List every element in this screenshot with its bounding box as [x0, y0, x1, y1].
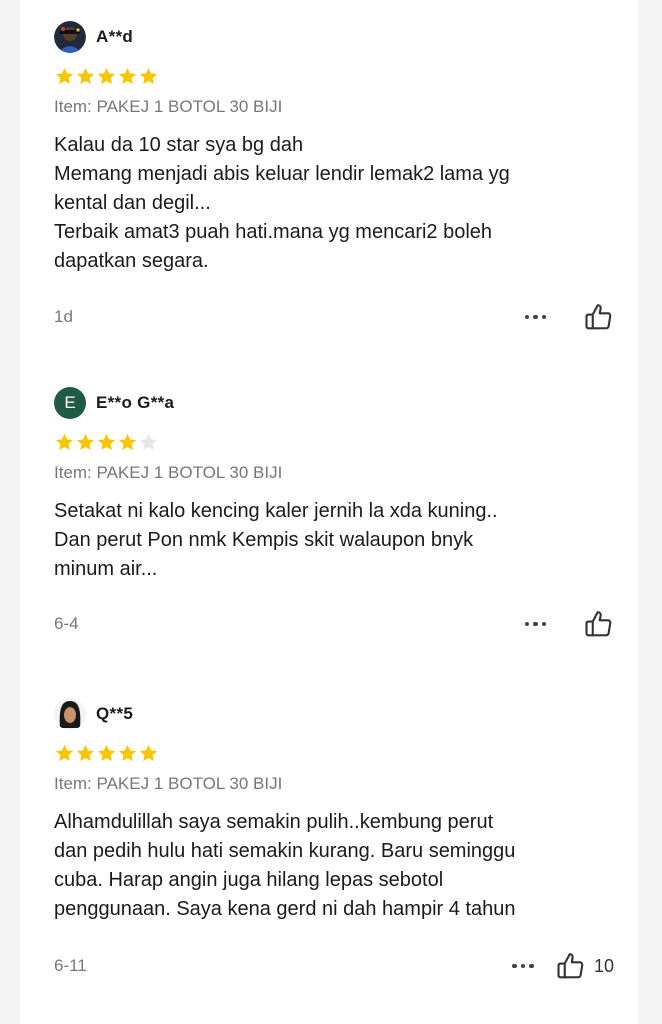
star-filled-icon [97, 67, 116, 85]
review-actions [524, 302, 615, 332]
review-date: 1d [54, 307, 73, 326]
thumbs-up-icon [585, 611, 612, 637]
reviews-card: A**d Item: PAKEJ 1 BOTOL 30 BIJI Kalau d… [20, 0, 638, 1024]
review-text: Setakat ni kalo kencing kaler jernih la … [54, 500, 498, 580]
item-variant: Item: PAKEJ 1 BOTOL 30 BIJI [54, 774, 283, 793]
more-options-icon[interactable] [524, 621, 546, 627]
username: A**d [96, 27, 134, 46]
star-filled-icon [76, 744, 95, 762]
review-text: Alhamdulillah saya semakin pulih..kembun… [54, 811, 516, 920]
star-filled-icon [55, 744, 74, 762]
user-photo-icon [54, 21, 86, 53]
review-date: 6-11 [54, 956, 87, 975]
star-filled-icon [139, 67, 158, 85]
like-button[interactable] [584, 609, 614, 639]
star-filled-icon [139, 744, 158, 762]
user-photo-icon [54, 698, 86, 730]
review-item: E E**o G**a Item: PAKEJ 1 BOTOL 30 BIJI … [54, 386, 614, 584]
review-actions: 10 [512, 951, 614, 981]
review-text: Kalau da 10 star sya bg dah Memang menja… [54, 134, 510, 272]
star-rating [54, 432, 614, 454]
like-button[interactable] [584, 302, 614, 332]
review-date: 6-4 [54, 614, 79, 633]
star-rating [54, 66, 614, 88]
star-filled-icon [76, 433, 95, 451]
item-variant: Item: PAKEJ 1 BOTOL 30 BIJI [54, 97, 283, 116]
more-options-icon[interactable] [512, 963, 534, 969]
like-button[interactable]: 10 [556, 951, 614, 981]
avatar[interactable]: E [54, 387, 86, 419]
star-filled-icon [97, 744, 116, 762]
review-item: Q**5 Item: PAKEJ 1 BOTOL 30 BIJI Alhamdu… [54, 697, 614, 924]
star-filled-icon [55, 433, 74, 451]
item-variant: Item: PAKEJ 1 BOTOL 30 BIJI [54, 463, 283, 482]
avatar-letter: E [64, 393, 76, 412]
avatar[interactable] [54, 698, 86, 730]
star-filled-icon [118, 433, 137, 451]
star-empty-icon [139, 433, 158, 451]
review-user-row: E E**o G**a [54, 386, 614, 420]
review-user-row: A**d [54, 20, 614, 54]
thumbs-up-icon [557, 953, 584, 979]
like-count: 10 [593, 955, 614, 976]
review-footer: 6-11 10 [54, 951, 614, 981]
review-footer: 1d [54, 302, 614, 332]
star-filled-icon [118, 744, 137, 762]
avatar[interactable] [54, 21, 86, 53]
thumbs-up-icon [585, 304, 612, 330]
star-rating [54, 743, 614, 765]
review-user-row: Q**5 [54, 697, 614, 731]
review-item: A**d Item: PAKEJ 1 BOTOL 30 BIJI Kalau d… [54, 20, 614, 276]
star-filled-icon [118, 67, 137, 85]
review-footer: 6-4 [54, 609, 614, 639]
username: E**o G**a [96, 393, 175, 412]
more-options-icon[interactable] [524, 314, 546, 320]
star-filled-icon [97, 433, 116, 451]
username: Q**5 [96, 704, 134, 723]
star-filled-icon [76, 67, 95, 85]
star-filled-icon [55, 67, 74, 85]
review-actions [524, 609, 615, 639]
